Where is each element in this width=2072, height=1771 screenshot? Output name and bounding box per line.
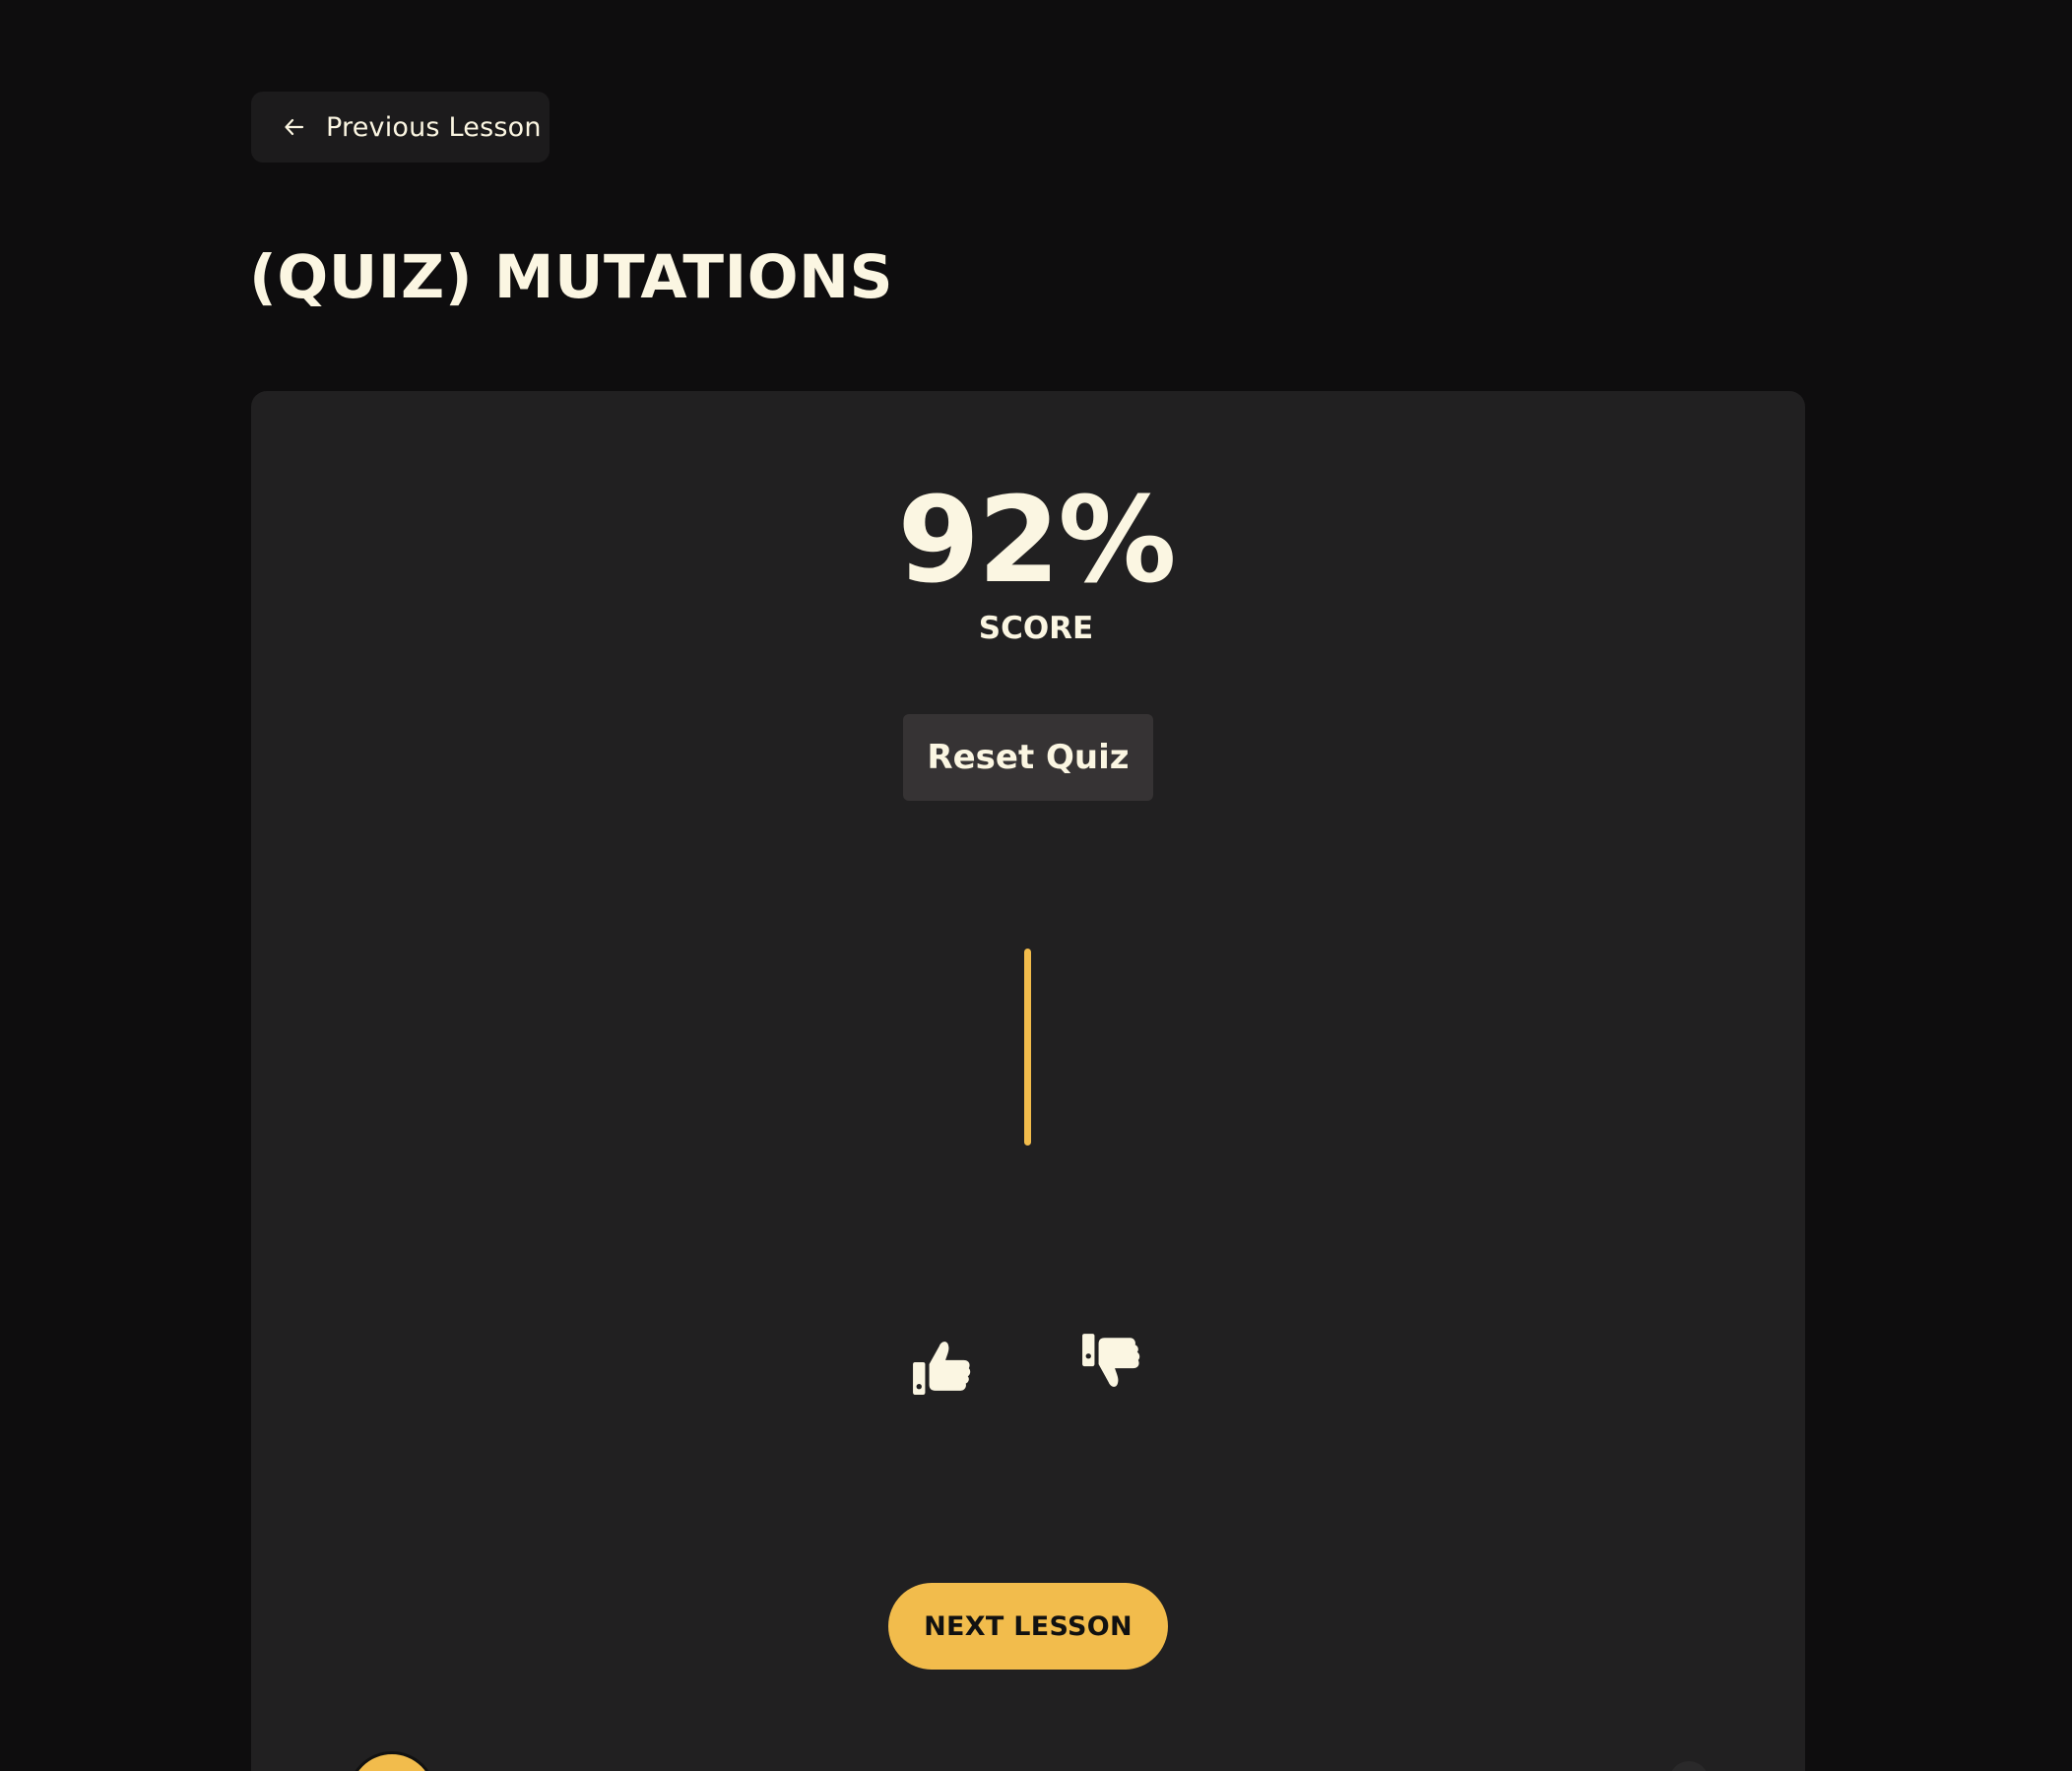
divider	[1024, 949, 1031, 1146]
reset-quiz-button[interactable]: Reset Quiz	[903, 714, 1153, 801]
thumbs-up-icon[interactable]	[911, 1332, 976, 1397]
quiz-page: Previous Lesson (QUIZ) MUTATIONS 92% SCO…	[0, 0, 2072, 1771]
arrow-left-icon	[283, 115, 306, 139]
previous-lesson-button[interactable]: Previous Lesson	[251, 92, 550, 163]
page-title: (QUIZ) MUTATIONS	[249, 242, 894, 312]
score-value: 92%	[897, 473, 1176, 610]
next-lesson-button[interactable]: NEXT LESSON	[888, 1583, 1168, 1670]
previous-lesson-label: Previous Lesson	[326, 111, 542, 143]
score-label: SCORE	[978, 611, 1094, 646]
thumbs-down-icon[interactable]	[1080, 1332, 1145, 1397]
